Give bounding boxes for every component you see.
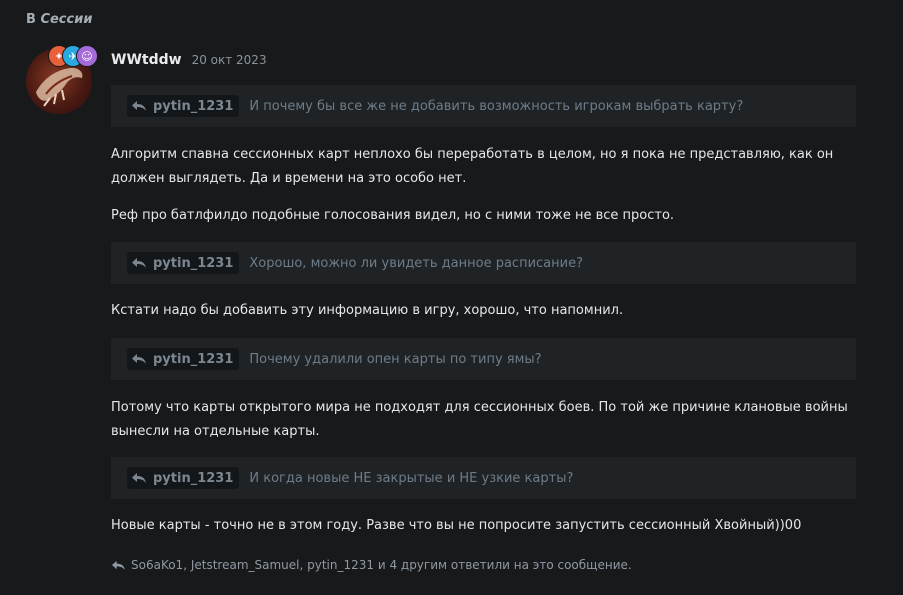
replies-summary-text: So6aKo1, Jetstream_Samuel, pytin_1231 и … [131, 558, 632, 572]
post-paragraph: Реф про батлфилдо подобные голосования в… [111, 208, 675, 223]
replies-summary[interactable]: So6aKo1, Jetstream_Samuel, pytin_1231 и … [111, 558, 632, 572]
quote-username: pytin_1231 [153, 351, 234, 367]
post-paragraph: Новые карты - точно не в этом году. Разв… [111, 518, 802, 533]
reply-arrow-icon [132, 101, 146, 111]
username[interactable]: WWtddw [111, 52, 182, 68]
quote-author[interactable]: pytin_1231 [127, 467, 240, 489]
post-paragraph: Алгоритм спавна сессионных карт неплохо … [111, 147, 834, 186]
user-badges: ✦ ✈ ☺ [48, 45, 98, 67]
quote-author[interactable]: pytin_1231 [127, 348, 240, 370]
quote-username: pytin_1231 [153, 470, 234, 486]
post-date[interactable]: 20 окт 2023 [192, 53, 267, 67]
section-link[interactable]: Сессии [40, 12, 92, 27]
reply-arrow-icon [132, 258, 146, 268]
section-context: В Сессии [26, 12, 92, 27]
post-paragraph: Потому что карты открытого мира не подхо… [111, 400, 848, 439]
post-header: WWtddw 20 окт 2023 [111, 52, 267, 68]
quote-text: И когда новые НЕ закрытые и НЕ узкие кар… [249, 470, 574, 486]
graduate-badge-icon: ☺ [76, 45, 98, 67]
reply-arrow-icon [132, 473, 146, 483]
quote-author[interactable]: pytin_1231 [127, 95, 240, 117]
quote-block[interactable]: pytin_1231 Почему удалили опен карты по … [111, 338, 856, 380]
quote-text: И почему бы все же не добавить возможнос… [249, 98, 744, 114]
reply-arrow-icon [112, 560, 125, 570]
context-prefix: В [26, 12, 36, 27]
quote-block[interactable]: pytin_1231 И когда новые НЕ закрытые и Н… [111, 457, 856, 499]
quote-username: pytin_1231 [153, 255, 234, 271]
quote-username: pytin_1231 [153, 98, 234, 114]
quote-block[interactable]: pytin_1231 Хорошо, можно ли увидеть данн… [111, 242, 856, 284]
quote-text: Почему удалили опен карты по типу ямы? [249, 351, 542, 367]
quote-text: Хорошо, можно ли увидеть данное расписан… [249, 255, 583, 271]
quote-author[interactable]: pytin_1231 [127, 252, 240, 274]
quote-block[interactable]: pytin_1231 И почему бы все же не добавит… [111, 85, 856, 127]
post-paragraph: Кстати надо бы добавить эту информацию в… [111, 303, 624, 318]
reply-arrow-icon [132, 354, 146, 364]
